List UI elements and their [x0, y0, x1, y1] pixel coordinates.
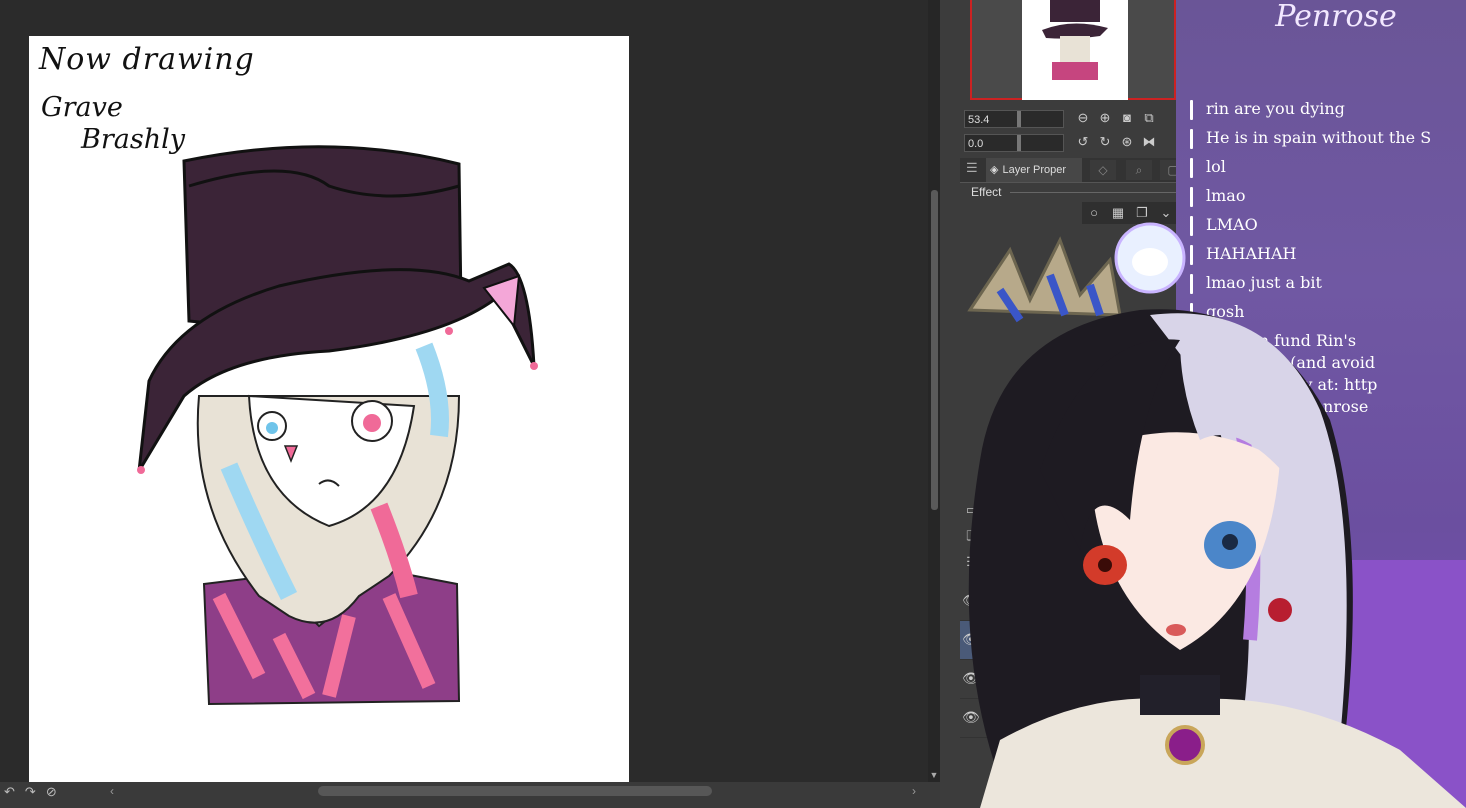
zoom-value-field[interactable]: 53.4: [964, 110, 1064, 128]
layer-thumbnail: [1032, 703, 1056, 733]
drawing-canvas[interactable]: Now drawing Grave Brashly: [29, 36, 629, 783]
new-raster-layer-icon[interactable]: ▭: [962, 500, 982, 520]
chat-message: obsession (and avoid: [1206, 353, 1376, 372]
chat-message: having them: [1206, 485, 1308, 504]
chat-message: tips.com/rinpenrose: [1206, 397, 1369, 416]
tab-layer-property[interactable]: ◈ Layer Proper: [986, 158, 1082, 182]
layer-row[interactable]: 👁 100 Layer 1: [960, 660, 1176, 699]
layer-name: Layer 1: [1066, 680, 1103, 692]
border-effect-icon[interactable]: ○: [1084, 204, 1104, 222]
drawing-workspace[interactable]: Now drawing Grave Brashly: [0, 0, 928, 783]
layer-list: 👁 👁 ✎ 👁 100 Layer 1 👁 100% Lay: [960, 582, 1176, 738]
panel-tab-bar: ☰ ◈ Layer Proper ◇ ⌕ ▢: [960, 158, 1186, 183]
lock-checkbox[interactable]: [988, 594, 1002, 608]
chat-message-list: rin are you dying He is in spain without…: [1190, 96, 1466, 504]
vertical-scroll-thumb[interactable]: [931, 190, 938, 510]
actual-size-icon[interactable]: ◙: [1118, 109, 1136, 127]
horizontal-scroll-thumb[interactable]: [318, 786, 712, 796]
tone-effect-icon[interactable]: ▦: [1108, 204, 1128, 222]
chat-message: LMAO: [1190, 212, 1466, 241]
zoom-out-icon[interactable]: ⊖: [1074, 109, 1092, 127]
layer-name: Lay: [1066, 719, 1084, 731]
lock-checkbox[interactable]: [988, 672, 1002, 686]
effect-buttons: ○ ▦ ❐ ⌄: [1082, 202, 1178, 224]
rotation-row: 0.0 ↺ ↻ ⊛ ⧓: [962, 132, 1176, 154]
stream-chat-overlay: Penrose rin are you dying He is in spain…: [1176, 0, 1466, 808]
pen-edit-icon: ✎: [988, 631, 999, 645]
handwritten-character-first-name: Grave: [41, 92, 123, 123]
zoom-in-icon[interactable]: ⊕: [1096, 109, 1114, 127]
navigator-thumbnail-image: [1042, 0, 1108, 80]
chat-message: fees) directly at: http: [1206, 375, 1378, 394]
reset-rotate-icon[interactable]: ⊛: [1118, 133, 1136, 151]
chat-message: rin are you dying: [1190, 96, 1466, 125]
layer-opacity: 100: [1066, 664, 1085, 676]
rotate-cw-icon[interactable]: ↻: [1096, 133, 1114, 151]
chat-message: HAHAHAH: [1190, 241, 1466, 270]
effect-divider: [1010, 192, 1176, 193]
chat-message: lmao: [1190, 183, 1466, 212]
scroll-left-icon[interactable]: ‹: [110, 784, 114, 798]
visibility-eye-icon[interactable]: 👁: [962, 709, 980, 726]
chat-message: You can fund Rin's: [1206, 331, 1357, 350]
chat-message: He is in spain without the S: [1190, 125, 1466, 154]
layer-opacity: 100%: [1066, 703, 1095, 715]
scroll-down-icon[interactable]: ▼: [928, 768, 940, 782]
layer-tool-strip: ▭ ❏ ☷: [962, 500, 982, 572]
visibility-eye-icon[interactable]: 👁: [962, 670, 980, 687]
handwritten-now-drawing: Now drawing: [39, 42, 255, 77]
panel-menu-icon[interactable]: ☰: [966, 160, 978, 176]
canvas-rotate-controls: ↶ ↷ ⊘: [4, 784, 57, 800]
rotate-left-icon[interactable]: ↶: [4, 784, 15, 800]
streamer-logo: Penrose: [1275, 0, 1397, 34]
scroll-right-icon[interactable]: ›: [912, 784, 916, 798]
layer-property-icon: ◈: [990, 164, 999, 176]
copy-layer-icon[interactable]: ❏: [962, 526, 982, 546]
lock-checkbox[interactable]: [988, 711, 1002, 725]
layer-color-icon[interactable]: ❐: [1132, 204, 1152, 222]
flip-horizontal-icon[interactable]: ⧓: [1140, 133, 1158, 151]
tab-search-icon[interactable]: ⌕: [1126, 160, 1152, 180]
reset-rotation-icon[interactable]: ⊘: [46, 784, 57, 800]
chat-message: lol: [1190, 154, 1466, 183]
navigator-thumbnail[interactable]: [1022, 0, 1128, 100]
rotate-ccw-icon[interactable]: ↺: [1074, 133, 1092, 151]
chat-message: you were: [1206, 441, 1281, 460]
effect-heading: Effect: [971, 185, 1002, 199]
layer-list-icon[interactable]: ☷: [962, 552, 982, 572]
fit-screen-icon[interactable]: ⧉: [1140, 109, 1158, 127]
rotate-right-icon[interactable]: ↷: [25, 784, 36, 800]
chat-message: gosh: [1190, 299, 1466, 328]
layer-row[interactable]: 👁: [960, 582, 1176, 621]
zoom-row: 53.4 ⊖ ⊕ ◙ ⧉: [962, 108, 1176, 130]
rotation-value-field[interactable]: 0.0: [964, 134, 1064, 152]
layer-thumbnail: [1032, 664, 1056, 694]
chat-message: lmao just a bit: [1190, 270, 1466, 299]
visibility-eye-icon[interactable]: 👁: [962, 592, 980, 609]
handwritten-character-last-name: Brashly: [81, 124, 185, 155]
expand-chevron-icon[interactable]: ⌄: [1156, 204, 1176, 222]
tab-layer-icon[interactable]: ◇: [1090, 160, 1116, 180]
chat-message: [1190, 416, 1466, 438]
layer-row[interactable]: 👁 100% Lay: [960, 699, 1176, 738]
chat-message: to your stream: [1206, 463, 1326, 482]
visibility-eye-icon[interactable]: 👁: [962, 631, 980, 648]
layer-row-selected[interactable]: 👁 ✎: [960, 621, 1176, 660]
chat-decoration-panel: [1176, 560, 1466, 808]
